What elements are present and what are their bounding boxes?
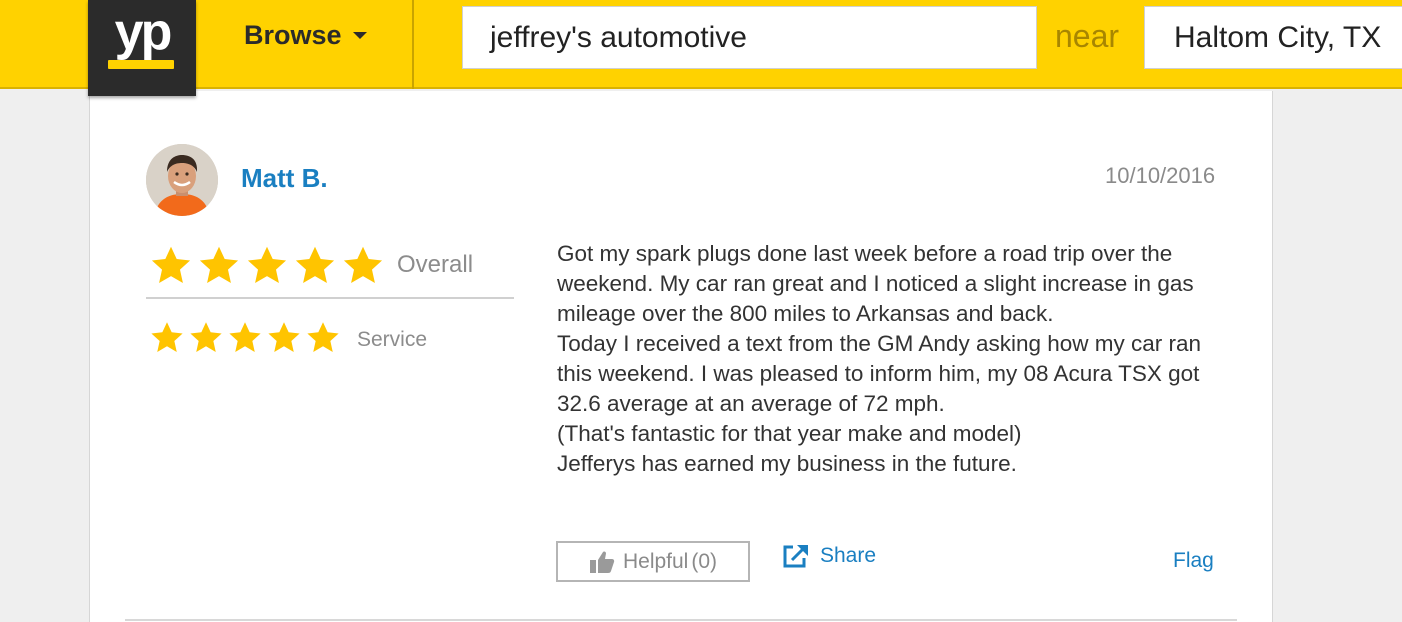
- avatar[interactable]: [146, 144, 218, 216]
- avatar-image: [146, 144, 218, 216]
- near-label: near: [1055, 18, 1120, 54]
- review-paragraph: Got my spark plugs done last week before…: [557, 241, 1194, 326]
- browse-label: Browse: [244, 20, 342, 50]
- review-separator: [125, 619, 1237, 621]
- overall-rating-label: Overall: [397, 251, 474, 278]
- review-body: Got my spark plugs done last week before…: [557, 239, 1217, 479]
- star-icon: [295, 246, 335, 284]
- review-date: 10/10/2016: [1105, 163, 1216, 188]
- review-paragraph: (That's fantastic for that year make and…: [557, 421, 1022, 446]
- search-input[interactable]: jeffrey's automotive: [462, 6, 1037, 69]
- share-label: Share: [820, 544, 877, 567]
- helpful-label: Helpful: [622, 549, 689, 573]
- service-rating-stars: [149, 320, 344, 356]
- reviewer-name-link[interactable]: Matt B.: [241, 163, 328, 194]
- star-icon: [307, 322, 339, 352]
- service-rating-label: Service: [357, 328, 428, 351]
- flag-link[interactable]: Flag: [1173, 549, 1214, 573]
- star-icon: [151, 246, 191, 284]
- review-paragraph: Today I received a text from the GM Andy…: [557, 331, 1202, 416]
- star-icon: [247, 246, 287, 284]
- yp-logo[interactable]: yp: [88, 0, 196, 96]
- review-paragraph: Jefferys has earned my business in the f…: [557, 451, 1017, 476]
- logo-underline: [108, 60, 174, 69]
- helpful-button[interactable]: Helpful (0): [556, 541, 750, 582]
- star-icon: [268, 322, 300, 352]
- star-icon: [343, 246, 383, 284]
- helpful-count: (0): [691, 549, 718, 573]
- rating-divider: [146, 297, 514, 299]
- header-divider: [412, 0, 414, 89]
- logo-text: yp: [114, 3, 173, 61]
- star-icon: [199, 246, 239, 284]
- share-icon: [783, 544, 808, 568]
- thumbs-up-icon: [589, 551, 615, 573]
- star-icon: [229, 322, 261, 352]
- browse-menu[interactable]: Browse: [244, 20, 367, 51]
- star-icon: [151, 322, 183, 352]
- overall-rating-stars: [149, 244, 389, 288]
- star-icon: [190, 322, 222, 352]
- chevron-down-icon: [352, 32, 367, 39]
- share-link[interactable]: Share: [782, 543, 876, 569]
- top-header: Browse jeffrey's automotive near Haltom …: [0, 0, 1402, 89]
- location-input[interactable]: Haltom City, TX: [1144, 6, 1402, 69]
